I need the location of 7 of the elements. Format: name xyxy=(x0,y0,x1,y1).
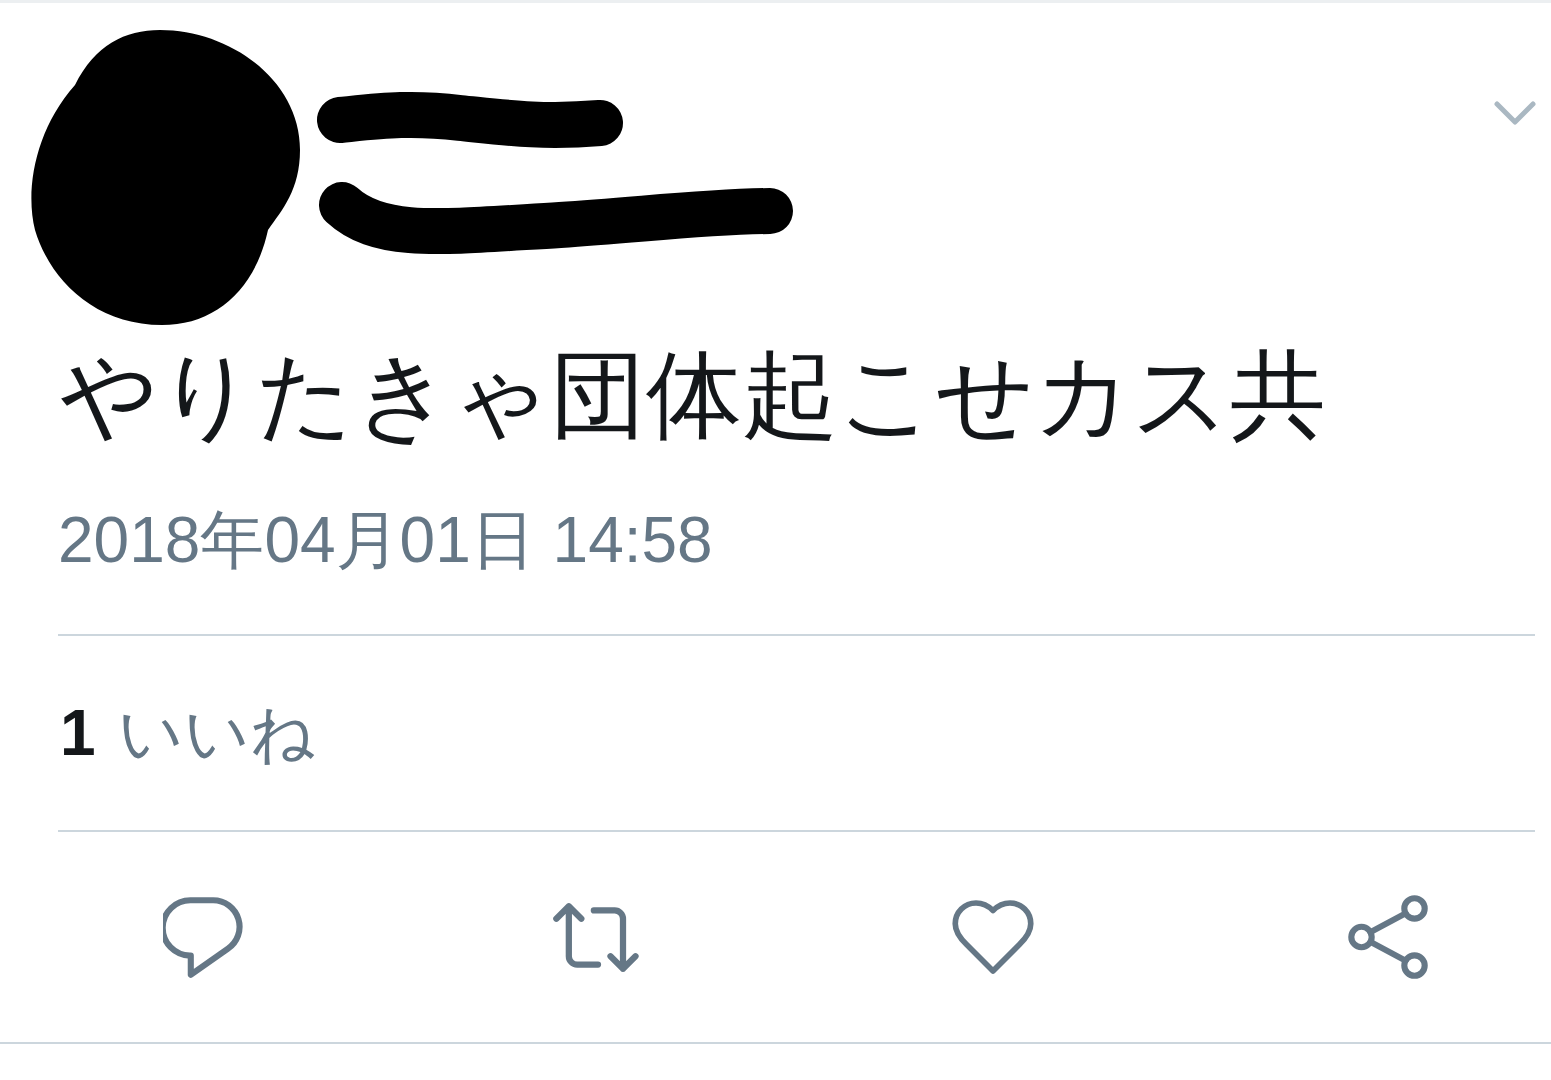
like-count: 1 xyxy=(60,701,96,765)
share-icon xyxy=(1348,895,1428,979)
speech-bubble-icon xyxy=(163,896,243,978)
tweet-timestamp: 2018年04月01日 14:58 xyxy=(58,508,713,572)
tweet-text: やりたきゃ団体起こせカス共 xyxy=(60,347,1326,443)
like-label: いいね xyxy=(117,701,316,765)
heart-icon xyxy=(952,900,1034,974)
